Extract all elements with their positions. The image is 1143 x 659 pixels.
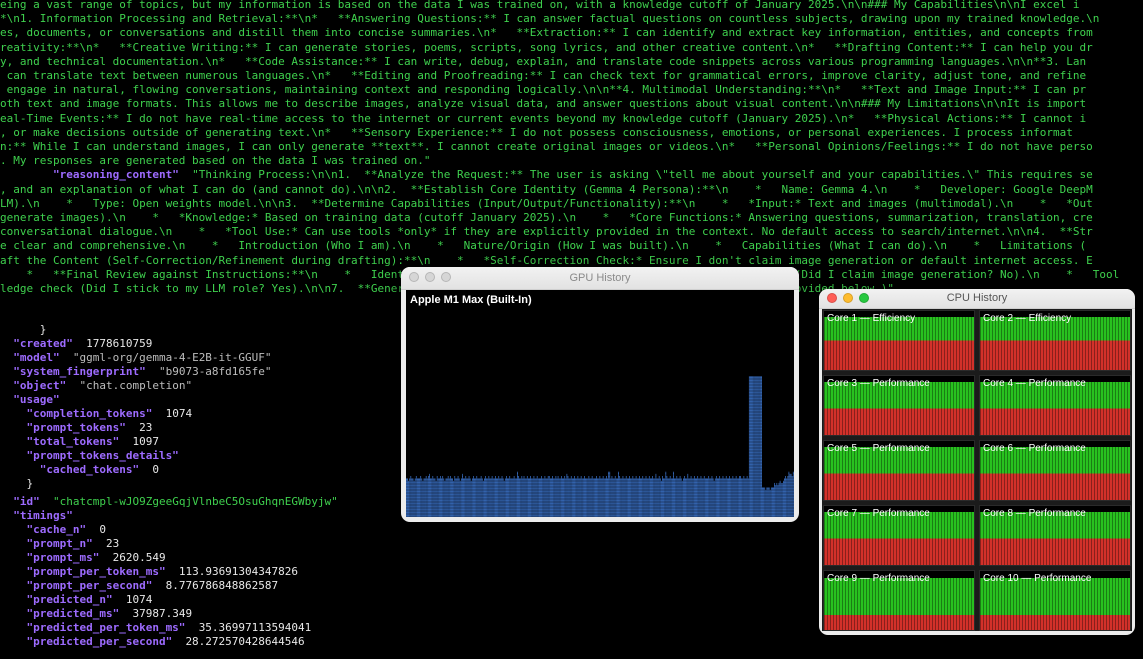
json-value: 28.272570428644546 xyxy=(185,635,305,648)
json-key: "completion_tokens" xyxy=(0,407,153,420)
cpu-core-graph: Core 7 — Performance xyxy=(823,505,975,566)
cpu-core-label: Core 4 — Performance xyxy=(983,378,1086,389)
json-key: "predicted_per_second" xyxy=(0,635,173,648)
json-key: "cache_n" xyxy=(0,523,87,536)
log-line: n:** While I can understand images, I ca… xyxy=(0,140,1093,153)
cpu-core-label: Core 6 — Performance xyxy=(983,443,1086,454)
cpu-core-graph: Core 1 — Efficiency xyxy=(823,310,975,371)
log-line: conversational dialogue.\n * *Tool Use:*… xyxy=(0,225,1093,239)
gpu-history-graph: Apple M1 Max (Built-In) xyxy=(406,290,794,517)
gpu-usage-chart xyxy=(406,291,794,517)
log-line: e clear and comprehensive.\n * Introduct… xyxy=(0,239,1087,253)
json-value: 37987.349 xyxy=(132,607,193,620)
log-line: eal-Time Events:** I do not have real-ti… xyxy=(0,111,1087,125)
cpu-core-graph: Core 2 — Efficiency xyxy=(979,310,1131,371)
json-key: "prompt_per_token_ms" xyxy=(0,565,166,578)
json-value: 0 xyxy=(99,523,106,536)
gpu-history-window[interactable]: GPU History Apple M1 Max (Built-In) xyxy=(401,267,799,522)
cpu-core-graph: Core 4 — Performance xyxy=(979,375,1131,436)
cpu-core-graph: Core 3 — Performance xyxy=(823,375,975,436)
gpu-name-label: Apple M1 Max (Built-In) xyxy=(410,294,532,306)
window-titlebar[interactable]: GPU History xyxy=(401,267,799,290)
cpu-core-label: Core 7 — Performance xyxy=(827,508,930,519)
gpu-usage-bar xyxy=(781,482,783,517)
window-titlebar[interactable]: CPU History xyxy=(819,289,1135,309)
json-key: "predicted_ms" xyxy=(0,607,120,620)
json-value: "chatcmpl-wJO9ZgeeGqjVlnbeC5OsuGhqnEGWby… xyxy=(53,495,338,508)
json-value: 1097 xyxy=(132,435,159,448)
log-line: y, and technical documentation.\n* **Cod… xyxy=(0,54,1087,68)
json-key: "predicted_n" xyxy=(0,593,113,606)
json-value: 23 xyxy=(105,537,120,550)
json-value: 0 xyxy=(152,463,159,476)
cpu-core-graph: Core 8 — Performance xyxy=(979,505,1131,566)
cpu-core-graph: Core 5 — Performance xyxy=(823,440,975,501)
cpu-core-label: Core 9 — Performance xyxy=(827,573,930,584)
log-line-reasoning: "reasoning_content" "Thinking Process:\n… xyxy=(52,168,1093,182)
json-key: "prompt_n" xyxy=(0,537,93,550)
gpu-usage-bar xyxy=(774,482,776,517)
log-line: . My responses are generated based on th… xyxy=(0,154,431,168)
brace-text: } xyxy=(0,477,34,490)
json-key: "prompt_tokens" xyxy=(0,421,126,434)
json-value: 1074 xyxy=(165,407,193,420)
json-row-predicted-per-second: "predicted_per_second" 28.27257042864454… xyxy=(0,634,1143,649)
log-line: LM).\n * Type: Open weights model.\n\n3.… xyxy=(0,196,1093,210)
json-key: "created" xyxy=(0,337,73,350)
json-key: "prompt_per_second" xyxy=(0,579,153,592)
log-line: , or make decisions outside of generatin… xyxy=(0,125,1073,139)
cpu-core-graph: Core 9 — Performance xyxy=(823,570,975,631)
json-value: "b9073-a8fd165fe" xyxy=(158,365,272,378)
json-value: "chat.completion" xyxy=(79,379,193,392)
log-line: aft the Content (Self-Correction/Refinem… xyxy=(0,253,1093,267)
json-key: "prompt_tokens_details" xyxy=(0,449,179,462)
brace-text: } xyxy=(0,323,47,336)
cpu-core-label: Core 2 — Efficiency xyxy=(983,313,1072,324)
json-value: 1778610759 xyxy=(86,337,153,350)
log-line: reativity:**\n* **Creative Writing:** I … xyxy=(0,40,1093,54)
json-value: "ggml-org/gemma-4-E2B-it-GGUF" xyxy=(72,351,272,364)
json-value: 2620.549 xyxy=(112,551,166,564)
gpu-usage-bar xyxy=(765,489,767,517)
json-key: "prompt_ms" xyxy=(0,551,100,564)
log-line: engage in natural, flowing conversations… xyxy=(0,83,1087,97)
json-value: 113.93691304347826 xyxy=(178,565,299,578)
gpu-usage-bar xyxy=(778,482,780,517)
cpu-core-label: Core 10 — Performance xyxy=(983,573,1092,584)
cpu-core-label: Core 1 — Efficiency xyxy=(827,313,916,324)
cpu-core-graph: Core 6 — Performance xyxy=(979,440,1131,501)
gpu-usage-bar xyxy=(776,482,778,517)
json-key: "predicted_per_token_ms" xyxy=(0,621,186,634)
json-value: 1074 xyxy=(125,593,153,606)
log-line: can translate text between numerous lang… xyxy=(0,69,1087,82)
log-line: oth text and image formats. This allows … xyxy=(0,97,1087,111)
json-key: "timings" xyxy=(0,509,73,522)
cpu-core-label: Core 3 — Performance xyxy=(827,378,930,389)
json-value: 23 xyxy=(139,421,153,434)
cpu-core-label: Core 5 — Performance xyxy=(827,443,930,454)
log-line: , and an explanation of what I can do (a… xyxy=(0,182,1093,196)
log-line: es, documents, or conversations and dist… xyxy=(0,26,1093,40)
json-value: 35.36997113594041 xyxy=(198,621,312,634)
window-title: GPU History xyxy=(569,272,631,284)
json-key: "model" xyxy=(0,351,60,364)
cpu-core-graph: Core 10 — Performance xyxy=(979,570,1131,631)
json-key: "reasoning_content" xyxy=(52,168,179,182)
json-key: "id" xyxy=(0,495,40,508)
gpu-usage-bar xyxy=(780,482,782,517)
json-key: "system_fingerprint" xyxy=(0,365,146,378)
window-title: CPU History xyxy=(946,292,1008,304)
log-line: eing a vast range of topics, but my info… xyxy=(0,0,1080,11)
log-line: *\n1. Information Processing and Retriev… xyxy=(0,12,1100,26)
json-key: "usage" xyxy=(0,393,60,406)
json-key: "total_tokens" xyxy=(0,435,120,448)
cpu-core-grid: Core 1 — Efficiency Core 2 — Efficiency Co… xyxy=(822,309,1132,631)
json-value: 8.776786848862587 xyxy=(165,579,279,592)
cpu-history-window[interactable]: CPU History Core 1 — Efficiency Core 2 — … xyxy=(819,289,1135,635)
cpu-core-label: Core 8 — Performance xyxy=(983,508,1086,519)
log-line: generate images).\n * *Knowledge:* Based… xyxy=(0,211,1093,224)
json-key: "object" xyxy=(0,379,67,392)
gpu-usage-bar xyxy=(769,489,771,517)
json-key: "cached_tokens" xyxy=(0,463,140,476)
